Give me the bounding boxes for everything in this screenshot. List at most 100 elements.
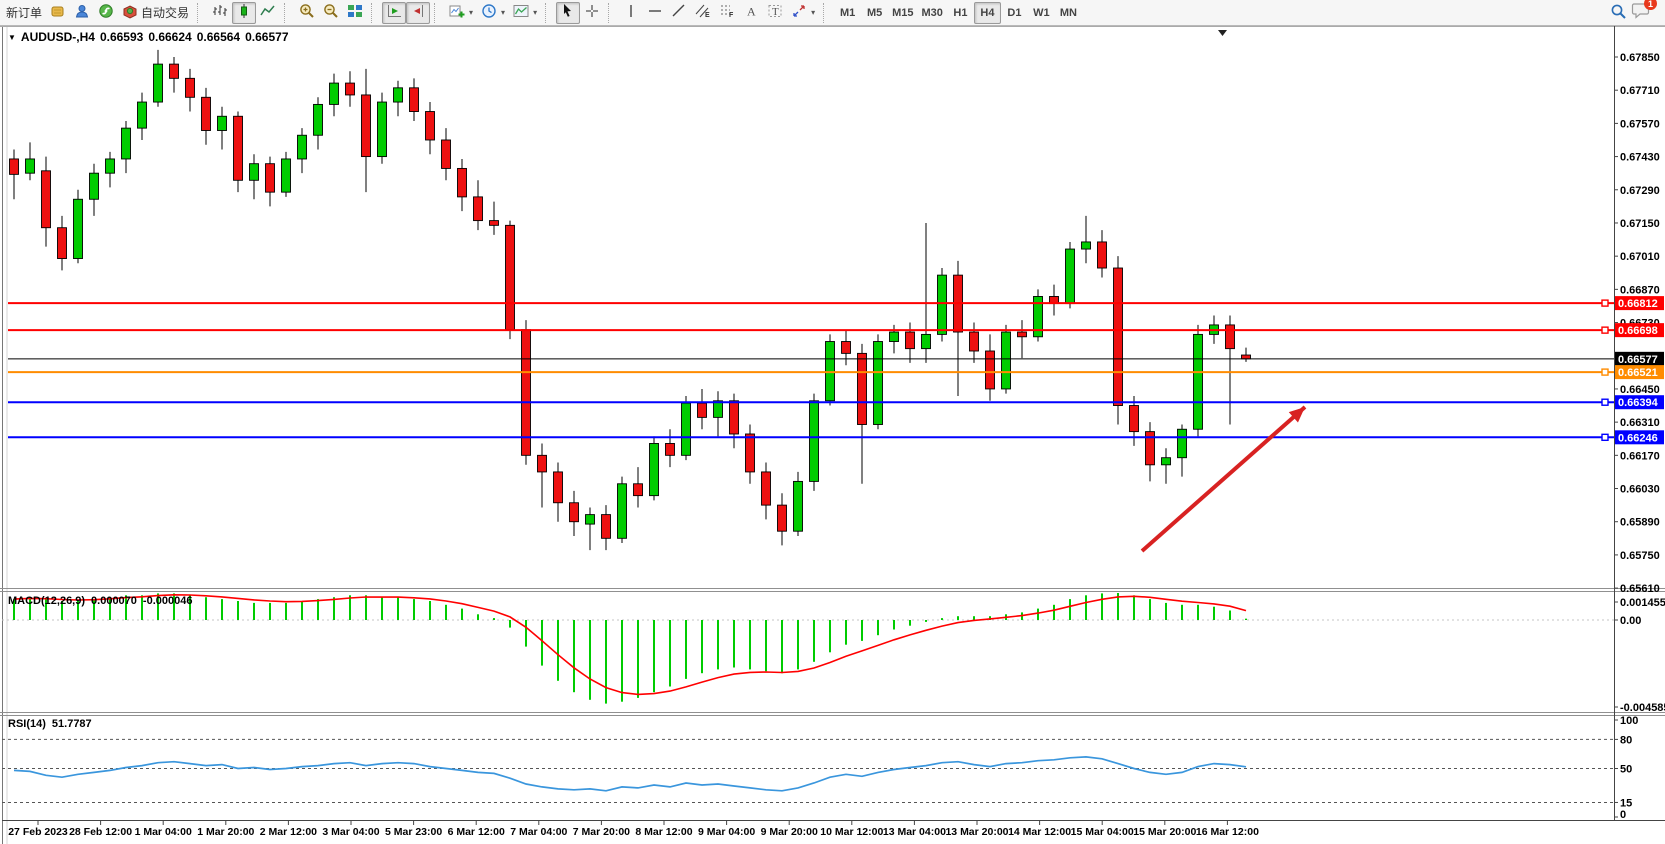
market-watch-button[interactable] bbox=[46, 2, 70, 24]
candle-body[interactable] bbox=[122, 128, 131, 159]
candle-body[interactable] bbox=[1066, 249, 1075, 304]
candle-body[interactable] bbox=[890, 332, 899, 341]
candle-body[interactable] bbox=[1082, 242, 1091, 249]
candle-body[interactable] bbox=[394, 88, 403, 102]
candle-body[interactable] bbox=[266, 164, 275, 192]
candle-body[interactable] bbox=[506, 225, 515, 329]
candle-body[interactable] bbox=[474, 197, 483, 221]
candle-body[interactable] bbox=[10, 159, 19, 174]
time-tick-label[interactable]: 2 Mar 12:00 bbox=[260, 826, 317, 838]
candle-body[interactable] bbox=[170, 64, 179, 78]
timeframe-m5-button[interactable]: M5 bbox=[861, 2, 888, 24]
candle-body[interactable] bbox=[538, 455, 547, 472]
vertical-line-button[interactable] bbox=[619, 2, 643, 24]
candle-body[interactable] bbox=[1018, 332, 1027, 337]
chart-canvas[interactable]: 0.678500.677100.675700.674300.672900.671… bbox=[0, 26, 1665, 844]
equidistant-channel-button[interactable]: E bbox=[691, 2, 715, 24]
candle-body[interactable] bbox=[58, 228, 67, 259]
candle-body[interactable] bbox=[746, 434, 755, 472]
candle-body[interactable] bbox=[106, 159, 115, 173]
auto-scroll-button[interactable] bbox=[382, 2, 406, 24]
time-tick-label[interactable]: 13 Mar 04:00 bbox=[883, 826, 946, 838]
time-tick-label[interactable]: 6 Mar 12:00 bbox=[448, 826, 505, 838]
candle-body[interactable] bbox=[794, 481, 803, 531]
crosshair-button[interactable] bbox=[580, 2, 604, 24]
candle-body[interactable] bbox=[970, 332, 979, 351]
tile-windows-button[interactable] bbox=[343, 2, 367, 24]
candlestick-chart-button[interactable] bbox=[232, 2, 256, 24]
candle-body[interactable] bbox=[1194, 334, 1203, 429]
time-tick-label[interactable]: 15 Mar 20:00 bbox=[1133, 826, 1196, 838]
candle-body[interactable] bbox=[778, 505, 787, 531]
candle-body[interactable] bbox=[330, 83, 339, 104]
candle-body[interactable] bbox=[282, 159, 291, 192]
time-tick-label[interactable]: 8 Mar 12:00 bbox=[635, 826, 692, 838]
accounts-button[interactable] bbox=[70, 2, 94, 24]
candle-body[interactable] bbox=[186, 78, 195, 97]
time-tick-label[interactable]: 16 Mar 12:00 bbox=[1196, 826, 1259, 838]
horizontal-line-button[interactable] bbox=[643, 2, 667, 24]
candle-body[interactable] bbox=[442, 140, 451, 168]
candle-body[interactable] bbox=[154, 64, 163, 102]
candle-body[interactable] bbox=[874, 342, 883, 425]
candle-body[interactable] bbox=[586, 515, 595, 524]
zoom-in-button[interactable] bbox=[295, 2, 319, 24]
time-tick-label[interactable]: 1 Mar 20:00 bbox=[197, 826, 254, 838]
candle-body[interactable] bbox=[602, 515, 611, 539]
candle-body[interactable] bbox=[74, 199, 83, 258]
candle-body[interactable] bbox=[458, 168, 467, 196]
candle-body[interactable] bbox=[218, 116, 227, 130]
notifications-button[interactable]: 1 bbox=[1631, 1, 1651, 24]
time-tick-label[interactable]: 13 Mar 20:00 bbox=[945, 826, 1008, 838]
line-handle[interactable] bbox=[1602, 369, 1608, 375]
timeframe-mn-button[interactable]: MN bbox=[1055, 2, 1082, 24]
line-handle[interactable] bbox=[1602, 300, 1608, 306]
candle-body[interactable] bbox=[138, 102, 147, 128]
bar-chart-button[interactable] bbox=[208, 2, 232, 24]
time-tick-label[interactable]: 7 Mar 04:00 bbox=[510, 826, 567, 838]
fibonacci-button[interactable]: F bbox=[715, 2, 739, 24]
trendline-button[interactable] bbox=[667, 2, 691, 24]
new-chart-button[interactable]: ▾ bbox=[445, 2, 477, 24]
candle-body[interactable] bbox=[714, 401, 723, 418]
timeframe-m30-button[interactable]: M30 bbox=[918, 2, 947, 24]
candle-body[interactable] bbox=[346, 83, 355, 95]
signals-button[interactable] bbox=[94, 2, 118, 24]
timeframe-h1-button[interactable]: H1 bbox=[947, 2, 974, 24]
candle-body[interactable] bbox=[554, 472, 563, 503]
candle-body[interactable] bbox=[298, 135, 307, 159]
candle-body[interactable] bbox=[698, 403, 707, 417]
profiles-button[interactable]: ▾ bbox=[477, 2, 509, 24]
candle-body[interactable] bbox=[314, 104, 323, 135]
candle-body[interactable] bbox=[202, 97, 211, 130]
candle-body[interactable] bbox=[1178, 429, 1187, 457]
text-label-button[interactable]: T bbox=[763, 2, 787, 24]
candle-body[interactable] bbox=[810, 401, 819, 482]
candle-body[interactable] bbox=[618, 484, 627, 539]
candle-body[interactable] bbox=[1114, 268, 1123, 406]
timeframe-d1-button[interactable]: D1 bbox=[1001, 2, 1028, 24]
candle-body[interactable] bbox=[858, 353, 867, 424]
candle-body[interactable] bbox=[906, 332, 915, 349]
search-button[interactable] bbox=[1606, 2, 1631, 24]
time-tick-label[interactable]: 1 Mar 04:00 bbox=[135, 826, 192, 838]
time-tick-label[interactable]: 14 Mar 12:00 bbox=[1008, 826, 1071, 838]
line-handle[interactable] bbox=[1602, 399, 1608, 405]
time-tick-label[interactable]: 27 Feb 2023 bbox=[8, 826, 68, 838]
candle-body[interactable] bbox=[682, 403, 691, 455]
new-order-button[interactable]: 新订单 bbox=[2, 2, 46, 24]
timeframe-m1-button[interactable]: M1 bbox=[834, 2, 861, 24]
candle-body[interactable] bbox=[234, 116, 243, 180]
time-tick-label[interactable]: 3 Mar 04:00 bbox=[322, 826, 379, 838]
time-tick-label[interactable]: 5 Mar 23:00 bbox=[385, 826, 442, 838]
timeframe-w1-button[interactable]: W1 bbox=[1028, 2, 1055, 24]
candle-body[interactable] bbox=[378, 102, 387, 157]
candle-body[interactable] bbox=[426, 112, 435, 140]
zoom-out-button[interactable] bbox=[319, 2, 343, 24]
candle-body[interactable] bbox=[410, 88, 419, 112]
candle-body[interactable] bbox=[1130, 406, 1139, 432]
auto-trading-button[interactable]: 自动交易 bbox=[118, 2, 193, 24]
cursor-button[interactable] bbox=[556, 2, 580, 24]
candle-body[interactable] bbox=[1242, 355, 1251, 359]
time-tick-label[interactable]: 7 Mar 20:00 bbox=[573, 826, 630, 838]
